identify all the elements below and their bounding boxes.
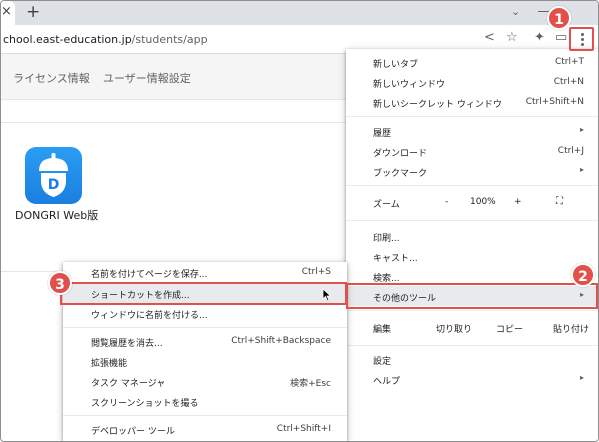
menu-item-label: 印刷... [373,234,400,244]
zoom-in-button[interactable]: + [514,197,522,207]
menu-item-label: 新しいタブ [373,60,419,70]
menu-item-history[interactable]: 履歴 ▸ [346,121,598,141]
create-shortcut-highlight [60,282,347,305]
shortcut-text: Ctrl+Shift+Backspace [231,336,331,346]
url-host: chool.east-education.jp [3,33,132,46]
app-icon-letter: D [48,177,60,193]
nav-license-info[interactable]: ライセンス情報 [13,70,90,86]
chrome-menu-button[interactable] [569,27,594,51]
menu-item-print[interactable]: 印刷... [346,226,598,246]
browser-window: × + ⌄ chool.east-education.jp/students/a… [0,0,599,442]
menu-item-label: タスク マネージャ [91,379,166,389]
menu-item-label: 閲覧履歴を消去... [91,339,163,349]
edit-row: 編集 切り取り コピー 貼り付け [346,317,598,339]
page-subnav: ライセンス情報 ユーザー情報設定 [1,54,351,100]
fullscreen-icon[interactable]: ⛶ [556,196,563,207]
paste-button[interactable]: 貼り付け [553,322,589,335]
tab-strip: × + ⌄ [1,1,598,25]
shortcut-text: Ctrl+J [557,146,584,156]
menu-item-new-tab[interactable]: 新しいタブ Ctrl+T [346,52,598,72]
menu-item-label: スクリーンショットを撮る [91,399,199,409]
menu-item-save-page[interactable]: 名前を付けてページを保存... Ctrl+S [63,262,347,282]
mouse-cursor-icon [322,288,332,302]
chevron-right-icon: ▸ [579,373,584,382]
menu-separator [346,345,598,346]
menu-item-label: ブックマーク [373,169,428,179]
menu-item-label: 履歴 [373,129,392,139]
menu-item-label: キャスト... [373,254,418,264]
chevron-down-icon[interactable]: ⌄ [511,5,520,18]
browser-tab[interactable]: × [1,1,15,25]
menu-separator [346,116,598,117]
app-label[interactable]: DONGRI Web版 [15,207,98,223]
menu-item-label: 新しいシークレット ウィンドウ [373,100,502,110]
menu-item-label: ウィンドウに名前を付ける... [91,311,208,321]
zoom-out-button[interactable]: - [445,197,448,207]
menu-item-label: 名前を付けてページを保存... [91,270,208,280]
cut-button[interactable]: 切り取り [436,322,472,335]
share-icon[interactable]: < [484,31,495,45]
more-tools-highlight [346,283,598,309]
step-badge-1: 1 [547,6,571,30]
chevron-right-icon: ▸ [579,165,584,174]
url-path: /students/app [131,33,208,46]
menu-item-settings[interactable]: 設定 [346,349,598,369]
menu-item-devtools[interactable]: デベロッパー ツール Ctrl+Shift+I [63,419,347,439]
acorn-icon: D [39,153,68,197]
new-tab-button[interactable]: + [26,3,40,21]
chevron-right-icon: ▸ [579,125,584,134]
menu-item-clear-browsing[interactable]: 閲覧履歴を消去... Ctrl+Shift+Backspace [63,331,347,351]
menu-item-bookmarks[interactable]: ブックマーク ▸ [346,161,598,181]
step-badge-2: 2 [571,263,595,287]
menu-item-extensions[interactable]: 拡張機能 [63,351,347,371]
shortcut-text: Ctrl+Shift+I [276,424,331,434]
menu-item-label: 拡張機能 [91,359,128,369]
dongri-app-icon[interactable]: D [25,147,82,204]
menu-item-label: デベロッパー ツール [91,427,175,437]
menu-item-label: 新しいウィンドウ [373,80,446,90]
menu-item-label: 設定 [373,357,392,367]
menu-item-new-window[interactable]: 新しいウィンドウ Ctrl+N [346,72,598,92]
edit-label: 編集 [373,325,392,335]
menu-separator [346,185,598,186]
bookmark-star-icon[interactable]: ☆ [506,31,518,45]
shortcut-text: Ctrl+S [301,267,331,277]
menu-item-help[interactable]: ヘルプ ▸ [346,369,598,389]
step-badge-3: 3 [48,271,72,295]
menu-separator [63,415,347,416]
extensions-icon[interactable]: ✦ [534,31,545,45]
divider [1,122,351,123]
menu-separator [63,327,347,328]
shortcut-text: 検索+Esc [290,379,331,389]
nav-user-settings[interactable]: ユーザー情報設定 [103,70,191,86]
shortcut-text: Ctrl+T [554,57,584,67]
shortcut-text: Ctrl+Shift+N [525,97,584,107]
zoom-level: 100% [470,197,496,207]
copy-button[interactable]: コピー [496,322,523,335]
url-text[interactable]: chool.east-education.jp/students/app [3,33,208,46]
chrome-menu: 新しいタブ Ctrl+T 新しいウィンドウ Ctrl+N 新しいシークレット ウ… [346,49,598,441]
menu-item-cast[interactable]: キャスト... [346,246,598,266]
menu-item-new-incognito[interactable]: 新しいシークレット ウィンドウ Ctrl+Shift+N [346,92,598,112]
menu-item-screenshot[interactable]: スクリーンショットを撮る [63,391,347,411]
menu-separator [346,310,598,311]
shortcut-text: Ctrl+N [553,77,584,87]
menu-item-label: ヘルプ [373,377,401,387]
zoom-row: ズーム - 100% + ⛶ [346,192,598,214]
zoom-label: ズーム [373,200,400,210]
more-vert-icon [578,31,586,46]
menu-item-label: ダウンロード [373,149,428,159]
side-panel-icon[interactable]: ▭ [555,31,567,45]
menu-item-task-manager[interactable]: タスク マネージャ 検索+Esc [63,371,347,391]
close-icon[interactable]: × [1,4,12,20]
menu-item-name-window[interactable]: ウィンドウに名前を付ける... [63,303,347,323]
menu-separator [346,220,598,221]
menu-item-downloads[interactable]: ダウンロード Ctrl+J [346,141,598,161]
